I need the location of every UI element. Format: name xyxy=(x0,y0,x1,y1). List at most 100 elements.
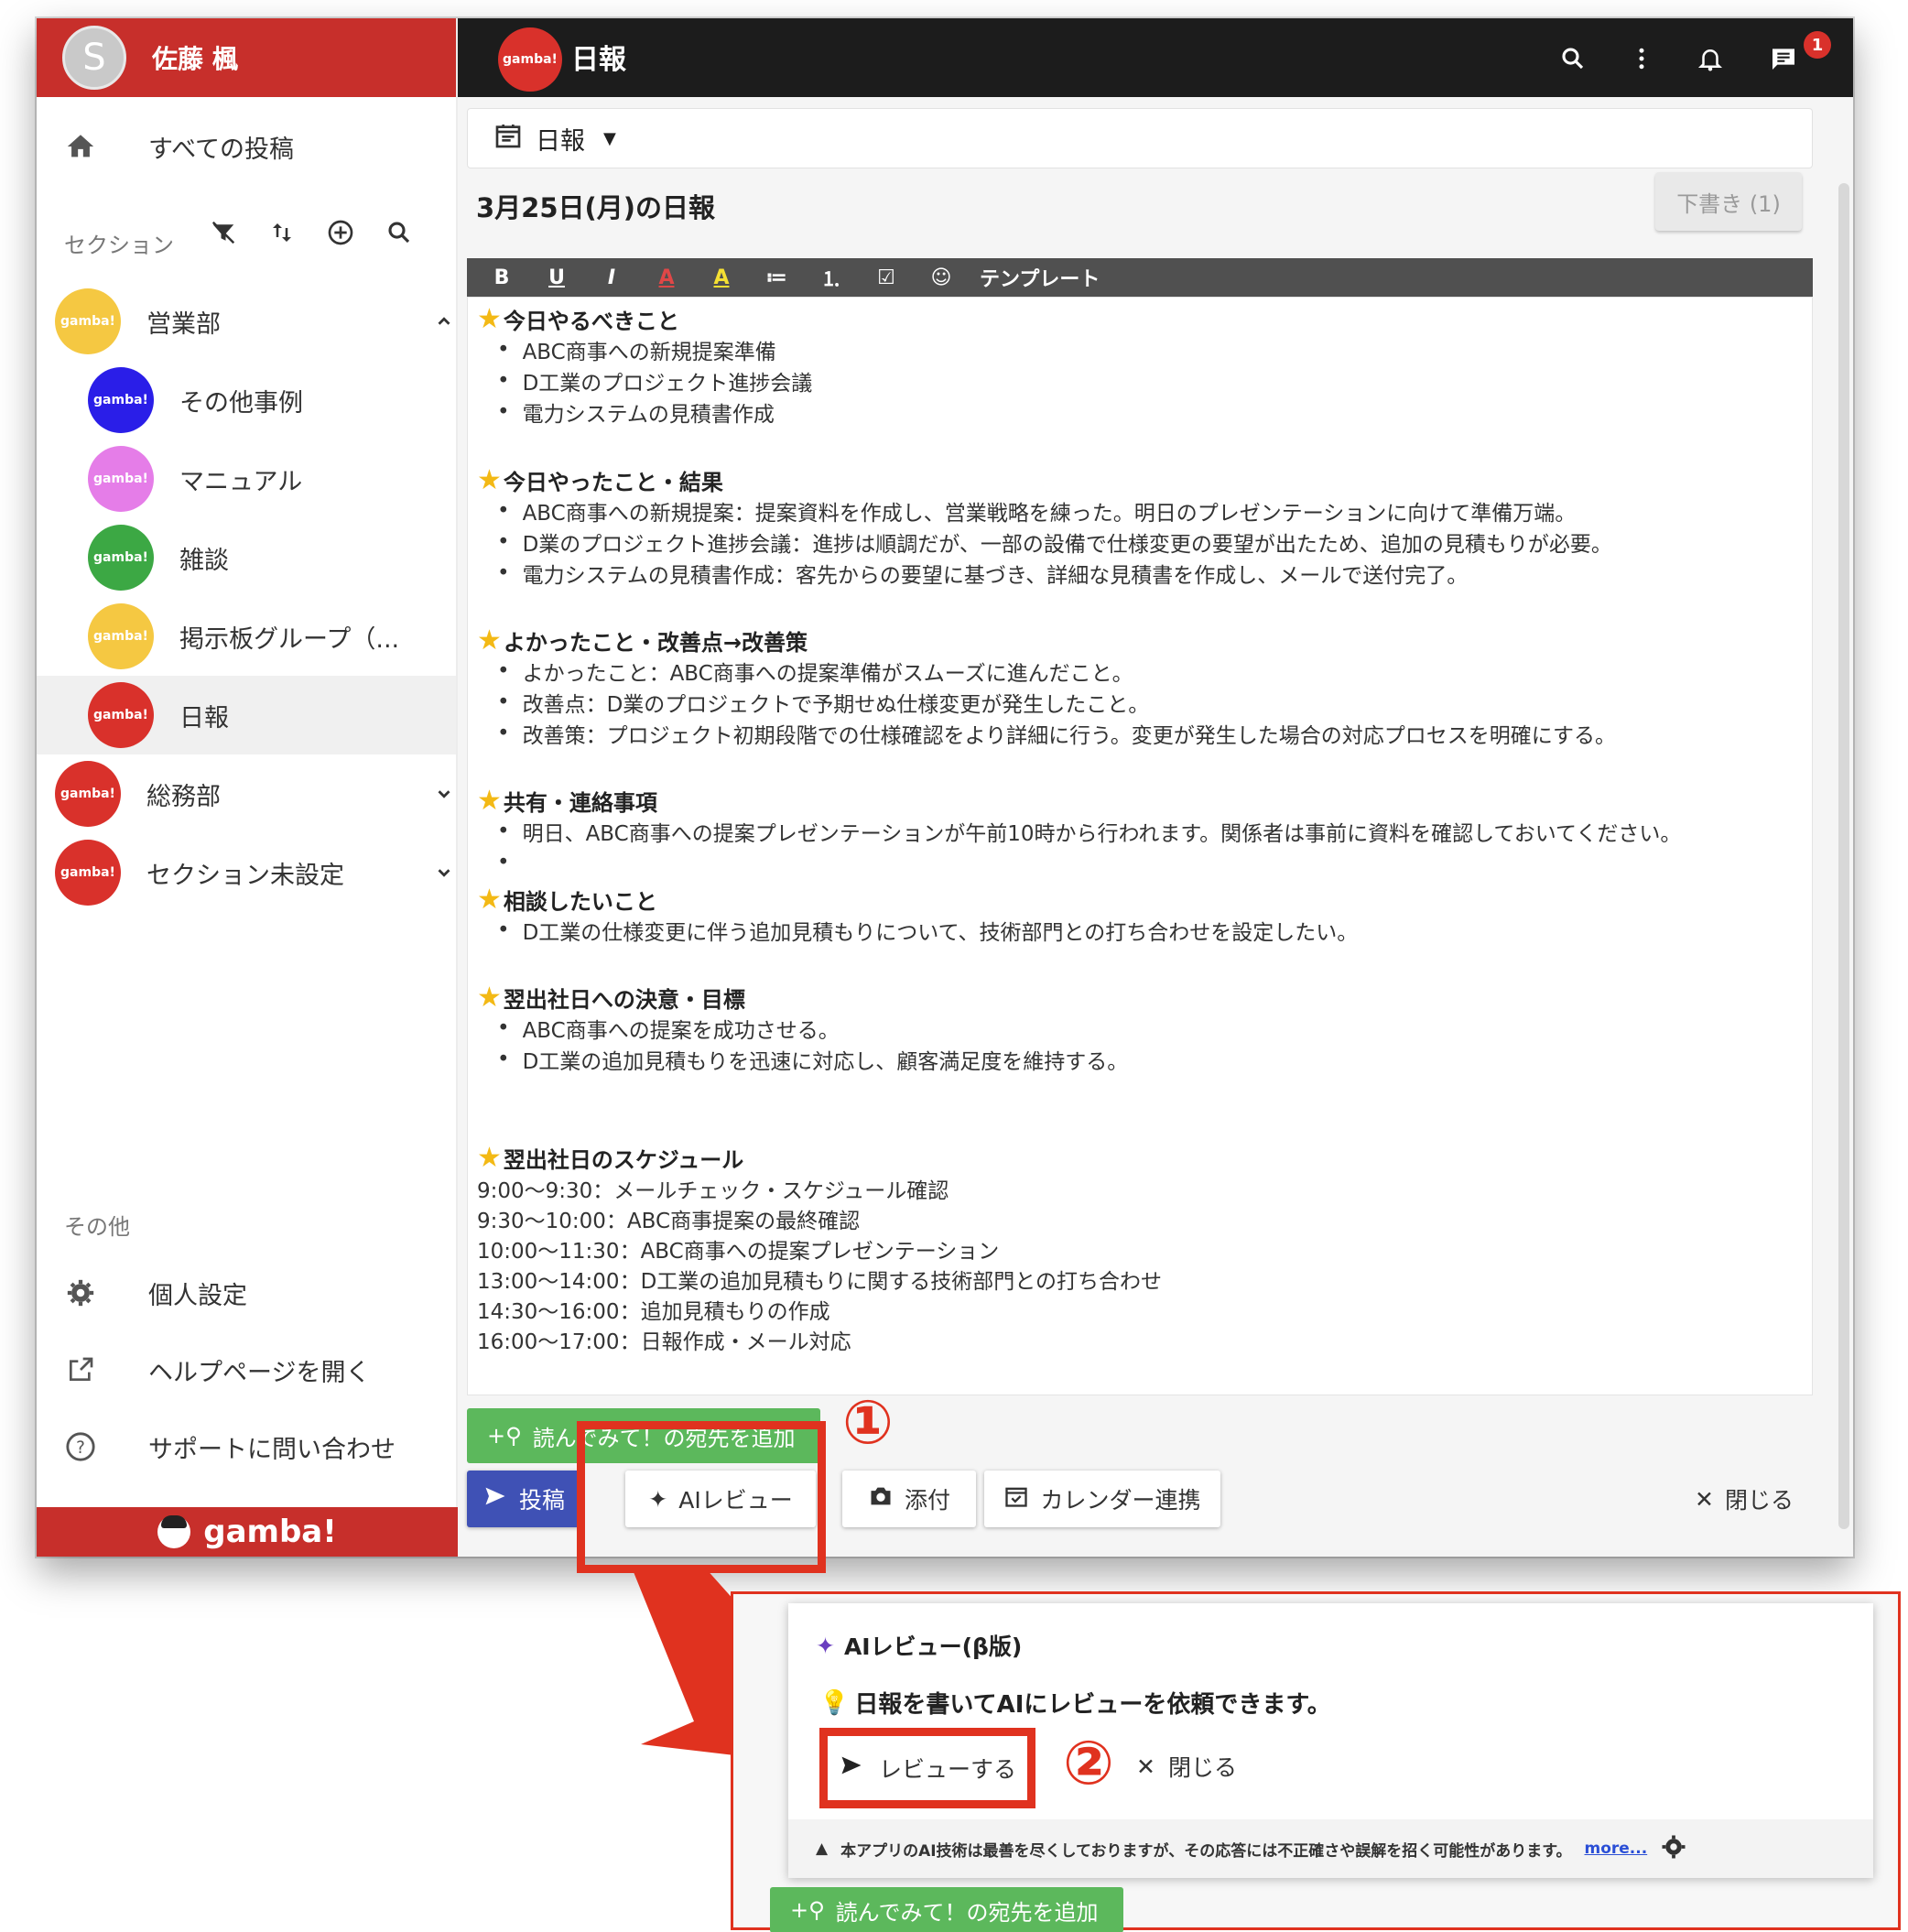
calendar-link-button[interactable]: カレンダー連携 xyxy=(984,1471,1220,1527)
section-done: ★今日やったこと・結果 ABC商事への新規提案：提案資料を作成し、営業戦略を練っ… xyxy=(477,464,1612,589)
section-share: ★共有・連絡事項 明日、ABC商事への提案プレゼンテーションが午前10時から行わ… xyxy=(477,785,1681,878)
sidebar-item-manual[interactable]: gamba! マニュアル xyxy=(88,440,491,518)
gear-icon[interactable] xyxy=(1660,1833,1687,1865)
group-chip: gamba! xyxy=(88,446,154,512)
sort-icon[interactable] xyxy=(265,215,299,250)
add-circle-icon[interactable] xyxy=(323,215,358,250)
highlight-button[interactable]: A xyxy=(705,266,738,289)
underline-button[interactable]: U xyxy=(540,266,573,289)
sidebar-item-unassigned[interactable]: gamba! セクション未設定 xyxy=(55,833,458,912)
popup-message: 💡 日報を書いてAIにレビューを依頼できます。 xyxy=(819,1686,1331,1720)
search-icon[interactable] xyxy=(382,215,417,250)
add-reader-button[interactable]: +⚲ 読んでみて！の宛先を追加 xyxy=(770,1887,1123,1932)
user-header[interactable]: S 佐藤 楓 xyxy=(37,18,456,97)
attach-button[interactable]: 添付 xyxy=(842,1471,976,1527)
list-item: ABC商事への新規提案：提案資料を作成し、営業戦略を練った。明日のプレゼンテーシ… xyxy=(477,495,1612,526)
sidebar-item-label: ヘルプページを開く xyxy=(148,1358,371,1387)
format-toolbar: B U I A A ≔ ⒈ ☑ ☺ テンプレート xyxy=(467,258,1813,297)
top-bar: gamba! 日報 1 xyxy=(458,18,1853,97)
sidebar-item-chat[interactable]: gamba! 雑談 xyxy=(88,518,491,597)
star-icon: ★ xyxy=(477,981,502,1014)
popup-disclaimer: ▲ 本アプリのAI技術は最善を尽くしておりますが、その応答には不正確さや誤解を招… xyxy=(788,1819,1873,1878)
group-chip: gamba! xyxy=(88,525,154,591)
heading-text: 今日やるべきこと xyxy=(503,308,679,334)
bullet-list-button[interactable]: ≔ xyxy=(760,266,793,289)
italic-button[interactable]: I xyxy=(595,266,628,289)
sidebar-item-label: 個人設定 xyxy=(148,1281,247,1310)
gamba-logo: gamba! xyxy=(37,1507,458,1557)
drafts-button[interactable]: 下書き (1) xyxy=(1655,172,1802,231)
group-logo: gamba! xyxy=(498,27,562,92)
sidebar-item-all-posts[interactable]: すべての投稿 xyxy=(62,128,465,165)
annotation-box-2 xyxy=(819,1728,1035,1808)
bell-icon[interactable] xyxy=(1694,42,1727,75)
scrollbar[interactable] xyxy=(1838,183,1849,1529)
post-button[interactable]: 投稿 xyxy=(467,1471,580,1527)
schedule-line: 9:30〜10:00：ABC商事提案の最終確認 xyxy=(477,1209,861,1233)
schedule-line: 9:00〜9:30：メールチェック・スケジュール確認 xyxy=(477,1178,949,1203)
section-schedule: ★ 翌出社日のスケジュール 9:00〜9:30：メールチェック・スケジュール確認 … xyxy=(477,1142,1162,1354)
editor-content[interactable]: ★今日やるべきこと ABC商事への新規提案準備 D工業のプロジェクト進捗会議 電… xyxy=(467,297,1813,1395)
sidebar-item-general-affairs[interactable]: gamba! 総務部 xyxy=(55,754,458,833)
app-window: S 佐藤 楓 すべての投稿 セクション gamba! 営業部 gamba! その… xyxy=(37,18,1853,1557)
section-heading: ★ 翌出社日のスケジュール xyxy=(477,1142,1162,1174)
svg-text:?: ? xyxy=(76,1438,85,1458)
sidebar-item-sales[interactable]: gamba! 営業部 xyxy=(55,282,458,361)
section-heading: ★ 今日やるべきこと xyxy=(477,302,812,335)
list-item: 明日、ABC商事への提案プレゼンテーションが午前10時から行われます。関係者は事… xyxy=(477,816,1682,847)
group-chip: gamba! xyxy=(88,367,154,433)
help-circle-icon: ? xyxy=(62,1428,99,1465)
sidebar-item-settings[interactable]: 個人設定 xyxy=(62,1275,465,1311)
popup-close-button[interactable]: ✕ 閉じる xyxy=(1136,1750,1237,1783)
emoji-button[interactable]: ☺ xyxy=(925,266,958,289)
more-link[interactable]: more... xyxy=(1585,1840,1648,1858)
star-icon: ★ xyxy=(477,302,502,335)
heading-text: 翌出社日のスケジュール xyxy=(503,1146,744,1173)
sidebar-item-other-cases[interactable]: gamba! その他事例 xyxy=(88,361,491,440)
sidebar-item-help[interactable]: ヘルプページを開く xyxy=(62,1351,465,1388)
section-heading: ★ 翌出社日への決意・目標 xyxy=(477,981,1128,1014)
gear-icon xyxy=(62,1275,99,1311)
more-vert-icon[interactable] xyxy=(1625,42,1658,75)
page-title: 日報 xyxy=(571,44,626,76)
list-item xyxy=(477,847,1681,878)
template-button[interactable]: テンプレート xyxy=(980,263,1100,292)
person-add-icon: +⚲ xyxy=(487,1423,522,1449)
sidebar-item-label: サポートに問い合わせ xyxy=(148,1435,396,1464)
section-tools xyxy=(206,215,417,250)
filter-off-icon[interactable] xyxy=(206,215,241,250)
chevron-up-icon[interactable] xyxy=(430,308,458,335)
other-title: その他 xyxy=(64,1214,130,1240)
bold-button[interactable]: B xyxy=(485,266,518,289)
text-color-button[interactable]: A xyxy=(650,266,683,289)
sidebar-item-support[interactable]: ? サポートに問い合わせ xyxy=(62,1428,465,1465)
sections-title: セクション xyxy=(64,233,174,258)
sidebar-item-board[interactable]: gamba! 掲示板グループ（... xyxy=(88,597,491,676)
chevron-down-icon[interactable] xyxy=(430,859,458,886)
category-selector[interactable]: 日報 ▼ xyxy=(467,108,1813,168)
group-chip: gamba! xyxy=(88,603,154,669)
post-title[interactable]: 3月25日(月)の日報 xyxy=(476,187,715,225)
sidebar-item-label: 日報 xyxy=(179,703,229,733)
user-name: 佐藤 楓 xyxy=(152,44,238,74)
search-icon[interactable] xyxy=(1556,42,1589,75)
checkbox-button[interactable]: ☑ xyxy=(870,266,903,289)
attach-label: 添付 xyxy=(904,1487,950,1514)
star-icon: ★ xyxy=(477,624,502,657)
ai-review-popup-frame: ✦ AIレビュー(β版) 💡 日報を書いてAIにレビューを依頼できます。 レビュ… xyxy=(731,1591,1901,1932)
message-icon[interactable] xyxy=(1767,42,1800,75)
heading-text: 共有・連絡事項 xyxy=(503,789,657,816)
numbered-list-button[interactable]: ⒈ xyxy=(815,263,848,292)
close-icon: ✕ xyxy=(1136,1753,1155,1780)
section-heading: ★ 相談したいこと xyxy=(477,884,1358,916)
popup-title-text: AIレビュー(β版) xyxy=(843,1634,1023,1660)
close-button[interactable]: ✕ 閉じる xyxy=(1685,1471,1804,1527)
sidebar-item-daily-report[interactable]: gamba! 日報 xyxy=(37,676,456,754)
chevron-down-icon[interactable] xyxy=(430,780,458,808)
schedule-line: 13:00〜14:00：D工業の追加見積もりに関する技術部門との打ち合わせ xyxy=(477,1269,1163,1294)
list-item: 電力システムの見積書作成 xyxy=(477,396,812,428)
avatar[interactable]: S xyxy=(62,26,126,90)
sidebar-item-label: 掲示板グループ（... xyxy=(179,624,400,654)
sidebar-item-label: セクション未設定 xyxy=(146,861,344,890)
section-heading: ★ 共有・連絡事項 xyxy=(477,785,1681,817)
